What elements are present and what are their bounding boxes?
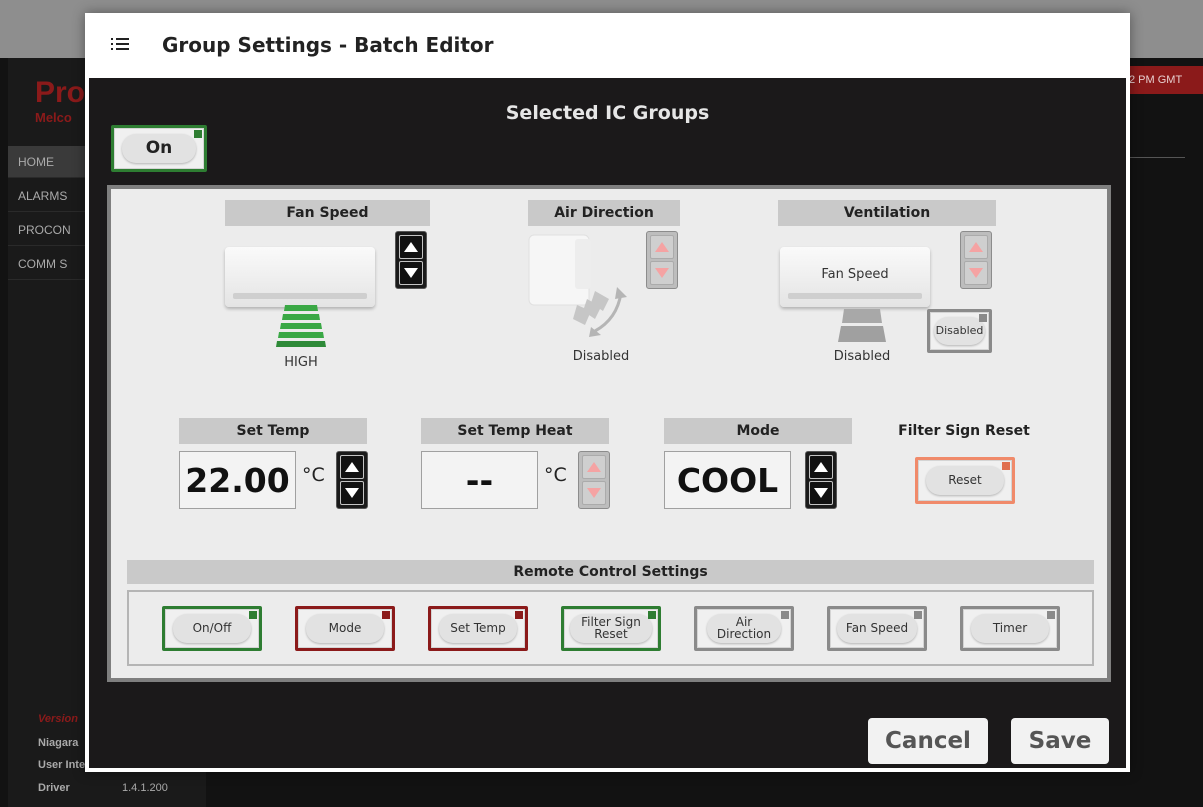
- background-divider: [1130, 157, 1185, 158]
- set-temp-heat-unit: °C: [544, 464, 567, 486]
- arrow-up-icon: [969, 242, 983, 252]
- arrow-up-icon: [655, 242, 669, 252]
- arrow-up-icon: [345, 462, 359, 472]
- power-status-led: [194, 130, 202, 138]
- fan-speed-level-icon: [276, 305, 326, 347]
- dialog-body: Selected IC Groups On Fan Speed HIGH Air…: [89, 78, 1126, 768]
- filter-reset-button[interactable]: Reset: [915, 457, 1015, 504]
- fan-speed-label: Fan Speed: [225, 200, 430, 226]
- fan-speed-stepper[interactable]: [395, 231, 427, 289]
- arrow-down-icon: [587, 488, 601, 498]
- fan-speed-value: HIGH: [284, 355, 318, 370]
- footer-driver-version: 1.4.1.200: [122, 782, 168, 794]
- set-temp-heat-stepper[interactable]: [578, 451, 610, 509]
- fan-speed-up-button[interactable]: [399, 235, 423, 259]
- arrow-down-icon: [404, 268, 418, 278]
- batch-editor-dialog: Group Settings - Batch Editor Selected I…: [85, 13, 1130, 772]
- remote-filter-sign-reset-label: Filter Sign Reset: [569, 614, 653, 643]
- arrow-up-icon: [404, 242, 418, 252]
- remote-fan-speed-label: Fan Speed: [836, 614, 918, 643]
- ventilation-level-icon: [838, 309, 886, 342]
- footer-user-interface-label: User Inte: [38, 759, 86, 771]
- air-direction-down-button[interactable]: [650, 261, 674, 285]
- arrow-down-icon: [969, 268, 983, 278]
- background-logo: Pro: [35, 76, 86, 109]
- dialog-title: Group Settings - Batch Editor: [162, 33, 494, 57]
- ventilation-label: Ventilation: [778, 200, 996, 226]
- ventilation-disabled-button[interactable]: Disabled: [927, 309, 992, 353]
- remote-set-temp-label: Set Temp: [439, 614, 517, 643]
- set-temp-up-button[interactable]: [340, 455, 364, 479]
- arrow-down-icon: [655, 268, 669, 278]
- ventilation-unit-icon: Fan Speed: [780, 247, 930, 307]
- remote-onoff-label: On/Off: [173, 614, 251, 643]
- footer-version-label: Version: [38, 713, 78, 725]
- remote-set-temp-toggle[interactable]: Set Temp: [428, 606, 528, 651]
- set-temp-down-button[interactable]: [340, 481, 364, 505]
- mode-up-button[interactable]: [809, 455, 833, 479]
- set-temp-unit: °C: [302, 464, 325, 486]
- remote-fan-speed-toggle[interactable]: Fan Speed: [827, 606, 927, 651]
- fan-speed-unit-icon: [225, 247, 375, 307]
- arrow-up-icon: [814, 462, 828, 472]
- remote-timer-label: Timer: [971, 614, 1049, 643]
- background-clock: 2 PM GMT: [1125, 66, 1203, 94]
- ventilation-down-button[interactable]: [964, 261, 988, 285]
- set-temp-heat-value: --: [421, 451, 538, 509]
- ventilation-value: Disabled: [833, 349, 891, 364]
- air-direction-label: Air Direction: [528, 200, 680, 226]
- remote-filter-sign-reset-toggle[interactable]: Filter Sign Reset: [561, 606, 661, 651]
- ventilation-up-button[interactable]: [964, 235, 988, 259]
- air-direction-up-button[interactable]: [650, 235, 674, 259]
- set-temp-value: 22.00: [179, 451, 296, 509]
- arrow-down-icon: [814, 488, 828, 498]
- remote-mode-toggle[interactable]: Mode: [295, 606, 395, 651]
- fan-speed-down-button[interactable]: [399, 261, 423, 285]
- mode-down-button[interactable]: [809, 481, 833, 505]
- air-direction-value: Disabled: [572, 349, 630, 364]
- footer-driver-label: Driver: [38, 782, 70, 794]
- ventilation-unit-text: Fan Speed: [821, 267, 889, 282]
- set-temp-heat-down-button[interactable]: [582, 481, 606, 505]
- dialog-header: Group Settings - Batch Editor: [85, 13, 1130, 78]
- filter-sign-reset-label: Filter Sign Reset: [898, 423, 1030, 439]
- set-temp-heat-up-button[interactable]: [582, 455, 606, 479]
- power-on-button[interactable]: On: [111, 125, 207, 172]
- remote-air-direction-toggle[interactable]: Air Direction: [694, 606, 794, 651]
- ventilation-stepper[interactable]: [960, 231, 992, 289]
- footer-niagara-label: Niagara: [38, 737, 79, 749]
- filter-reset-button-label: Reset: [926, 465, 1004, 496]
- section-title: Selected IC Groups: [505, 102, 710, 124]
- remote-air-direction-label: Air Direction: [707, 614, 781, 643]
- air-direction-disabled-icon: [528, 234, 627, 337]
- cancel-button[interactable]: Cancel: [868, 718, 988, 764]
- remote-control-settings-title: Remote Control Settings: [127, 560, 1094, 584]
- remote-timer-toggle[interactable]: Timer: [960, 606, 1060, 651]
- mode-value: COOL: [664, 451, 791, 509]
- arrow-up-icon: [587, 462, 601, 472]
- set-temp-label: Set Temp: [179, 418, 367, 444]
- save-button[interactable]: Save: [1011, 718, 1109, 764]
- set-temp-stepper[interactable]: [336, 451, 368, 509]
- air-direction-stepper[interactable]: [646, 231, 678, 289]
- group-settings-panel: Fan Speed HIGH Air Direction Disabled Ve…: [107, 185, 1111, 682]
- arrow-down-icon: [345, 488, 359, 498]
- remote-control-settings-group: On/Off Mode Set Temp Filter Sign Reset A…: [127, 590, 1094, 666]
- ventilation-button-label: Disabled: [934, 317, 985, 345]
- background-logo-subtitle: Melco: [35, 110, 72, 125]
- set-temp-heat-label: Set Temp Heat: [421, 418, 609, 444]
- remote-onoff-toggle[interactable]: On/Off: [162, 606, 262, 651]
- list-menu-icon[interactable]: [111, 36, 129, 52]
- mode-stepper[interactable]: [805, 451, 837, 509]
- remote-mode-label: Mode: [306, 614, 384, 643]
- power-button-label: On: [122, 133, 196, 164]
- mode-label: Mode: [664, 418, 852, 444]
